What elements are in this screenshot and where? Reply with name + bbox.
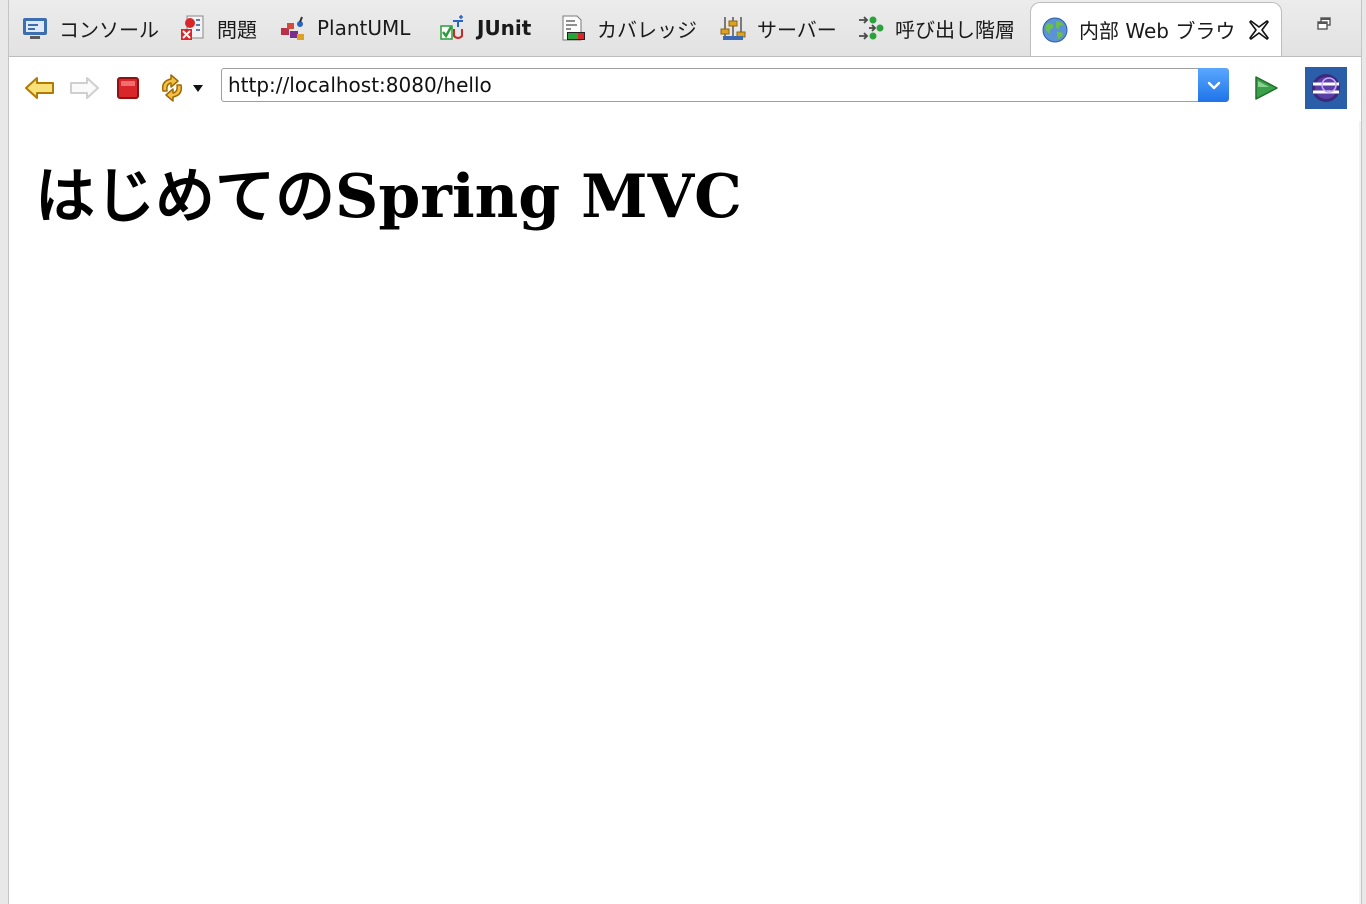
url-field[interactable]	[221, 68, 1229, 102]
tab-problems[interactable]: 問題	[179, 6, 257, 50]
stop-icon[interactable]	[111, 71, 145, 105]
tab-label: 呼び出し階層	[895, 17, 1015, 42]
refresh-icon[interactable]	[155, 71, 189, 105]
tab-call-hierarchy[interactable]: 呼び出し階層	[857, 6, 1015, 50]
restore-icon[interactable]	[1315, 15, 1333, 33]
console-icon	[23, 18, 47, 39]
chevron-down-icon	[1207, 81, 1220, 90]
page-heading: はじめてのSpring MVC	[35, 162, 742, 232]
tab-internal-web-browser[interactable]: 内部 Web ブラウ	[1030, 2, 1283, 56]
dropdown-caret-icon[interactable]	[191, 71, 205, 105]
tab-coverage[interactable]: カバレッジ	[559, 6, 697, 50]
forward-arrow-icon[interactable]	[67, 71, 101, 105]
tab-label: 問題	[217, 17, 257, 42]
globe-icon	[1042, 17, 1068, 42]
browser-toolbar	[9, 57, 1361, 121]
tab-label: コンソール	[59, 17, 159, 42]
servers-icon	[720, 17, 746, 40]
coverage-icon	[562, 15, 585, 41]
url-input[interactable]	[222, 69, 1204, 101]
browser-view: コンソール 問題 PlantUML JUnit カバレッジ サーバー 呼び出し階…	[8, 0, 1362, 904]
tab-label: PlantUML	[317, 16, 411, 40]
tab-label: 内部 Web ブラウ	[1079, 19, 1236, 43]
back-arrow-icon[interactable]	[23, 71, 57, 105]
view-tab-bar: コンソール 問題 PlantUML JUnit カバレッジ サーバー 呼び出し階…	[9, 0, 1361, 57]
go-icon[interactable]	[1249, 71, 1283, 105]
web-page-viewport: はじめてのSpring MVC	[9, 121, 1361, 904]
junit-icon	[440, 15, 463, 40]
viewport-edge	[1359, 121, 1361, 904]
tab-label: サーバー	[757, 17, 837, 42]
tab-label: カバレッジ	[597, 17, 697, 42]
eclipse-icon[interactable]	[1305, 67, 1347, 109]
close-icon[interactable]	[1247, 18, 1271, 42]
url-history-dropdown[interactable]	[1198, 68, 1229, 102]
tab-console[interactable]: コンソール	[21, 6, 159, 50]
plantuml-icon	[281, 16, 304, 40]
tab-plantuml[interactable]: PlantUML	[279, 6, 410, 50]
tab-servers[interactable]: サーバー	[719, 6, 837, 50]
problems-icon	[181, 15, 204, 40]
tab-junit[interactable]: JUnit	[439, 6, 531, 50]
tab-label: JUnit	[477, 16, 532, 40]
call-hierarchy-icon	[859, 16, 884, 40]
